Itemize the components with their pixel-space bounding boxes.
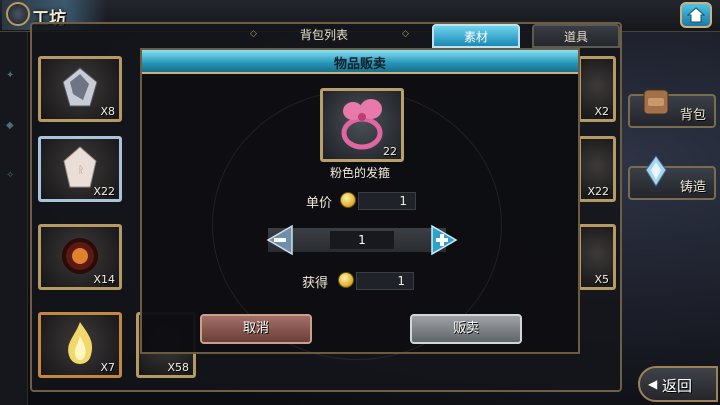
back-label: 返回	[662, 377, 693, 395]
sell-dialog: 物品贩卖 22 粉色的发箍 单价 1 1 获得 1 取消 贩卖	[140, 48, 580, 360]
dialog-title: 物品贩卖	[333, 57, 386, 72]
increase-button[interactable]	[430, 224, 458, 256]
left-bookshelf: ✦ ◆ ✧	[0, 30, 28, 405]
back-button[interactable]: ◀ 返回	[638, 366, 718, 402]
diamond-icon: ◇	[250, 29, 257, 39]
workshop-emblem-icon	[6, 2, 30, 26]
forge-button[interactable]: 铸造	[628, 155, 716, 200]
rune-stone-icon: ᚱ	[63, 146, 97, 188]
home-button[interactable]	[680, 2, 712, 28]
home-icon	[687, 7, 705, 23]
item-count: X8	[100, 105, 115, 118]
bag-label: 背包	[679, 108, 706, 123]
coin-icon	[338, 272, 354, 288]
dark-crystal-icon	[62, 67, 98, 107]
quantity-value[interactable]: 1	[330, 231, 394, 249]
inventory-slot[interactable]: X7	[38, 312, 122, 378]
item-count: X7	[100, 361, 115, 374]
item-count: X2	[594, 105, 609, 118]
item-count: X14	[93, 273, 115, 286]
item-count: X22	[93, 185, 115, 198]
inventory-slot[interactable]: ᚱ X22	[38, 136, 122, 202]
inventory-slot[interactable]: X14	[38, 224, 122, 290]
unit-price-value: 1	[358, 192, 416, 210]
svg-text:ᚱ: ᚱ	[78, 165, 84, 176]
tab-bar: ◇ 背包列表 ◇ 素材 道具	[140, 24, 620, 48]
decor-icon: ✦	[6, 70, 15, 81]
dialog-header: 物品贩卖	[142, 50, 578, 74]
gain-value: 1	[356, 272, 414, 290]
item-preview: 22	[320, 88, 404, 162]
bag-button[interactable]: 背包	[628, 89, 716, 128]
back-arrow-icon: ◀	[648, 377, 658, 391]
tab-materials[interactable]: 素材	[432, 24, 520, 48]
tab-items[interactable]: 道具	[532, 24, 620, 48]
backpack-icon	[643, 89, 669, 115]
item-count: X22	[587, 185, 609, 198]
forge-label: 铸造	[679, 180, 706, 195]
gain-label: 获得	[302, 276, 329, 291]
cancel-button[interactable]: 取消	[200, 314, 312, 344]
forge-crystal-icon	[645, 155, 667, 187]
diamond-icon: ◇	[402, 29, 409, 39]
decor-icon: ✧	[6, 170, 15, 181]
item-count: X58	[167, 361, 189, 374]
decor-icon: ◆	[6, 120, 14, 131]
bag-list-header: 背包列表	[300, 28, 349, 42]
flame-icon	[68, 321, 93, 364]
inventory-slot[interactable]: X22	[578, 136, 616, 202]
item-count: X5	[594, 273, 609, 286]
item-name: 粉色的发箍	[329, 166, 390, 180]
inventory-slot[interactable]: X5	[578, 224, 616, 290]
fire-core-icon	[62, 237, 98, 274]
decrease-button[interactable]	[266, 224, 294, 256]
inventory-slot[interactable]: X2	[578, 56, 616, 122]
coin-icon	[340, 192, 356, 208]
sell-button[interactable]: 贩卖	[410, 314, 522, 344]
inventory-slot[interactable]: X8	[38, 56, 122, 122]
item-count: 22	[383, 145, 397, 158]
unit-price-label: 单价	[306, 196, 333, 211]
